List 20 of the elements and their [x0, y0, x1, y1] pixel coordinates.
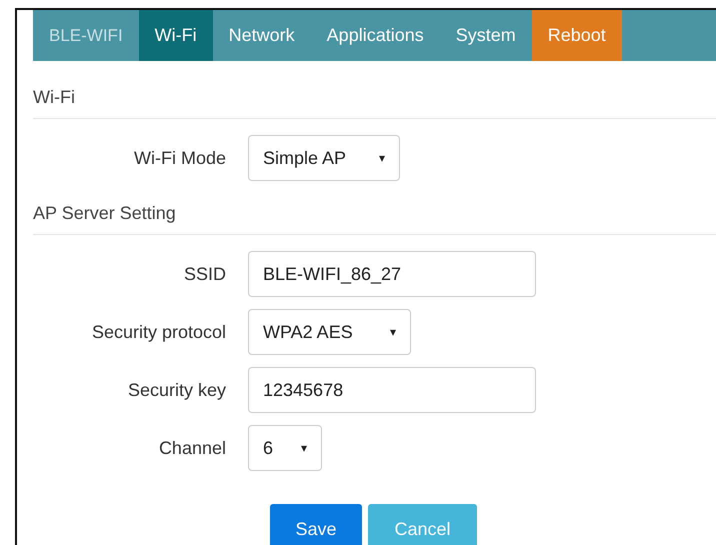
input-field[interactable]: 12345678 [248, 367, 536, 413]
select-field[interactable]: Simple AP ▾ [248, 135, 400, 181]
section-title: Wi-Fi [33, 61, 716, 119]
field-label: SSID [182, 264, 227, 284]
save-button[interactable]: Save [270, 504, 362, 545]
select-field[interactable]: WPA2 AES ▾ [248, 309, 411, 355]
nav-tab[interactable]: System [440, 10, 532, 61]
nav-tab[interactable]: Network [212, 10, 311, 61]
select-field[interactable]: 6 ▾ [248, 425, 322, 471]
section-title: AP Server Setting [33, 193, 716, 235]
reboot-tab[interactable]: Reboot [532, 10, 622, 61]
field-label: Security protocol [90, 322, 227, 342]
nav-tab[interactable]: Wi-Fi [138, 10, 213, 61]
field-label: Wi-Fi Mode [132, 148, 227, 168]
field-label: Security key [126, 380, 227, 400]
nav-tab[interactable]: Applications [310, 10, 440, 61]
cancel-button[interactable]: Cancel [368, 504, 477, 545]
brand-label[interactable]: BLE-WIFI [33, 10, 139, 61]
field-label: Channel [158, 438, 227, 458]
input-field[interactable]: BLE-WIFI_86_27 [248, 251, 536, 297]
